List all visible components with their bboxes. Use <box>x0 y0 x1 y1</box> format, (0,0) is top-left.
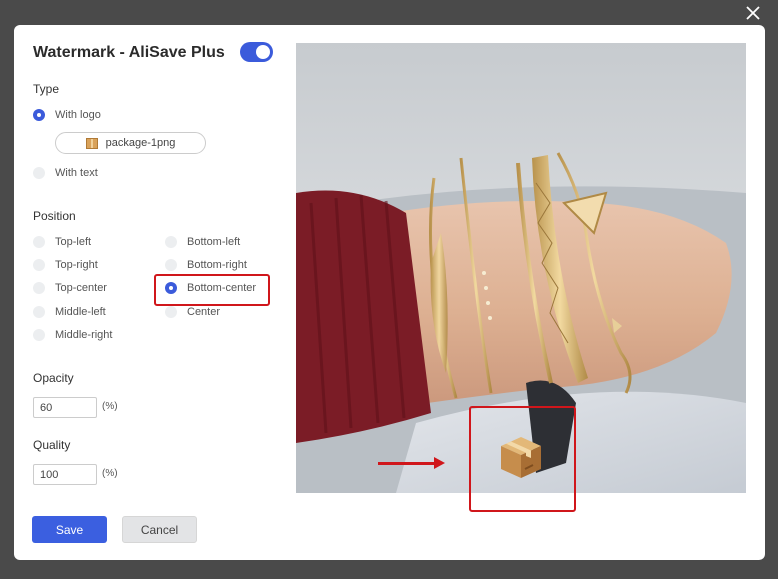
opacity-label: Opacity <box>33 371 74 385</box>
radio-with-logo[interactable]: With logo <box>33 109 101 121</box>
radio-label: Center <box>187 306 221 318</box>
radio-center[interactable]: Center <box>165 306 220 318</box>
radio-indicator <box>33 167 45 179</box>
cancel-button[interactable]: Cancel <box>122 516 197 543</box>
radio-label: With text <box>55 167 98 179</box>
radio-label: Bottom-right <box>187 259 247 271</box>
radio-top-left[interactable]: Top-left <box>33 236 91 248</box>
radio-indicator <box>33 259 45 271</box>
position-label: Position <box>33 209 76 223</box>
package-icon <box>501 437 541 478</box>
logo-file-chip[interactable]: package-1png <box>55 132 206 154</box>
radio-label: Top-right <box>55 259 98 271</box>
quality-unit: (%) <box>102 468 118 479</box>
radio-label: With logo <box>55 109 101 121</box>
radio-label: Middle-left <box>55 306 106 318</box>
radio-indicator <box>33 306 45 318</box>
package-icon <box>85 137 98 149</box>
radio-indicator <box>165 306 177 318</box>
radio-indicator <box>165 259 177 271</box>
radio-indicator <box>165 236 177 248</box>
radio-top-right[interactable]: Top-right <box>33 259 98 271</box>
bottom-center-highlight <box>154 274 270 306</box>
radio-indicator <box>33 109 45 121</box>
backdrop-footer-text <box>380 559 383 570</box>
radio-bottom-left[interactable]: Bottom-left <box>165 236 240 248</box>
radio-label: Top-left <box>55 236 92 248</box>
quality-label: Quality <box>33 438 71 452</box>
arrow-head <box>434 457 445 469</box>
arrow-right-icon <box>378 462 434 465</box>
save-button[interactable]: Save <box>32 516 107 543</box>
logo-file-name: package-1png <box>105 137 176 149</box>
modal-title: Watermark - AliSave Plus <box>33 44 225 61</box>
watermark-modal: Watermark - AliSave Plus Type With logo … <box>14 25 765 560</box>
radio-with-text[interactable]: With text <box>33 167 98 179</box>
opacity-unit: (%) <box>102 401 118 412</box>
radio-label: Top-center <box>55 282 107 294</box>
radio-indicator <box>33 236 45 248</box>
radio-indicator <box>33 329 45 341</box>
enable-toggle[interactable] <box>240 42 273 62</box>
quality-input[interactable] <box>33 464 97 485</box>
radio-middle-right[interactable]: Middle-right <box>33 329 112 341</box>
radio-label: Bottom-left <box>187 236 241 248</box>
toggle-knob <box>256 45 270 59</box>
close-icon[interactable] <box>740 2 766 26</box>
radio-indicator <box>33 282 45 294</box>
type-label: Type <box>33 82 60 96</box>
radio-bottom-right[interactable]: Bottom-right <box>165 259 247 271</box>
radio-label: Middle-right <box>55 329 113 341</box>
radio-top-center[interactable]: Top-center <box>33 282 107 294</box>
opacity-input[interactable] <box>33 397 97 418</box>
radio-middle-left[interactable]: Middle-left <box>33 306 106 318</box>
